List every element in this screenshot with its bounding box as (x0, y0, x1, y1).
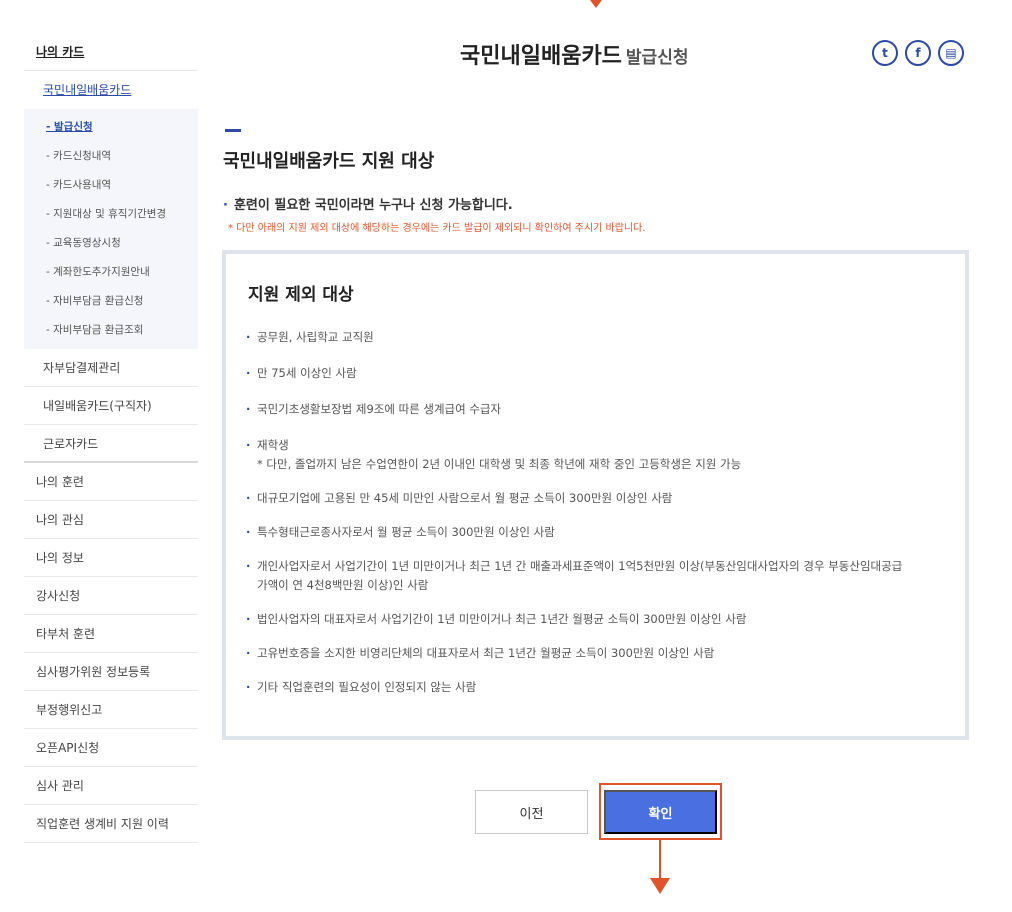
bullet-dot: · (246, 330, 251, 344)
exclusion-item: · 기타 직업훈련의 필요성이 인정되지 않는 사람 (246, 678, 958, 697)
exclusion-item-text: 만 75세 이상인 사람 (257, 366, 357, 380)
exclusion-item: · 만 75세 이상인 사람 (246, 364, 958, 383)
sidebar-item-instructor-apply[interactable]: 강사신청 (24, 577, 198, 615)
bullet-dot: · (246, 402, 251, 416)
sidebar-item-worker-card[interactable]: 근로자카드 (24, 425, 198, 463)
sidebar-subitem-usage-history[interactable]: - 카드사용내역 (24, 171, 198, 200)
exclusion-note: * 다만 아래의 지원 제외 대상에 해당하는 경우에는 카드 발급이 제외되니… (228, 223, 646, 234)
lead-text-body: 훈련이 필요한 국민이라면 누구나 신청 가능합니다. (233, 198, 513, 213)
prev-button[interactable]: 이전 (475, 790, 588, 834)
exclusion-item-text: 개인사업자로서 사업기간이 1년 미만이거나 최근 1년 간 매출과세표준액이 … (257, 559, 903, 573)
exclusion-box-title: 지원 제외 대상 (248, 285, 354, 305)
sidebar-subitem-apply[interactable]: - 발급신청 (24, 113, 198, 142)
bullet-dot: · (246, 525, 251, 539)
print-icon[interactable]: ▤ (938, 40, 964, 66)
top-arrow-indicator (590, 0, 602, 8)
section-title: 국민내일배움카드 지원 대상 (223, 151, 435, 172)
exclusion-box: 지원 제외 대상 · 공무원, 사립학교 교직원 · 만 75세 이상인 사람 · 국민기… (222, 250, 969, 740)
sidebar-item-my-training[interactable]: 나의 훈련 (24, 463, 198, 501)
bullet-dot: · (246, 491, 251, 505)
sidebar-item-living-cost-history[interactable]: 직업훈련 생계비 지원 이력 (24, 805, 198, 843)
sidebar-subitem-eligibility-change[interactable]: - 지원대상 및 휴직기간변경 (24, 200, 198, 229)
sidebar-submenu: - 발급신청 - 카드신청내역 - 카드사용내역 - 지원대상 및 휴직기간변경… (24, 109, 198, 349)
exclusion-item: · 법인사업자의 대표자로서 사업기간이 1년 미만이거나 최근 1년간 월평균 … (246, 610, 958, 629)
bullet-dot: · (223, 198, 228, 213)
arrow-indicator-head (650, 878, 670, 894)
exclusion-item: · 개인사업자로서 사업기간이 1년 미만이거나 최근 1년 간 매출과세표준액이… (246, 557, 958, 595)
exclusion-item: · 국민기초생활보장법 제9조에 따른 생계급여 수급자 (246, 400, 958, 419)
sidebar-subitem-refund-apply[interactable]: - 자비부담금 환급신청 (24, 287, 198, 316)
sidebar-subitem-refund-inquiry[interactable]: - 자비부담금 환급조회 (24, 316, 198, 345)
bullet-dot: · (246, 559, 251, 573)
sidebar-item-national-card[interactable]: 국민내일배움카드 (24, 71, 198, 109)
exclusion-item-text: 대규모기업에 고용된 만 45세 미만인 사람으로서 월 평균 소득이 300만… (257, 491, 673, 505)
sidebar-item-my-interest[interactable]: 나의 관심 (24, 501, 198, 539)
sidebar-item-open-api[interactable]: 오픈API신청 (24, 729, 198, 767)
section-accent-bar (225, 129, 241, 132)
sidebar-item-my-info[interactable]: 나의 정보 (24, 539, 198, 577)
exclusion-item-text: 국민기초생활보장법 제9조에 따른 생계급여 수급자 (257, 402, 502, 416)
bullet-dot: · (246, 646, 251, 660)
sidebar-item-jobseeker-card[interactable]: 내일배움카드(구직자) (24, 387, 198, 425)
sidebar-subitem-application-history[interactable]: - 카드신청내역 (24, 142, 198, 171)
twitter-icon[interactable]: t (872, 40, 898, 66)
exclusion-item: · 특수형태근로종사자로서 월 평균 소득이 300만원 이상인 사람 (246, 523, 958, 542)
bullet-dot: · (246, 612, 251, 626)
sidebar: 나의 카드 국민내일배움카드 - 발급신청 - 카드신청내역 - 카드사용내역 … (24, 34, 198, 843)
sidebar-item-review-manage[interactable]: 심사 관리 (24, 767, 198, 805)
bullet-dot: · (246, 438, 251, 452)
facebook-icon[interactable]: f (905, 40, 931, 66)
sidebar-subitem-limit-guide[interactable]: - 계좌한도추가지원안내 (24, 258, 198, 287)
sidebar-item-evaluator-register[interactable]: 심사평가위원 정보등록 (24, 653, 198, 691)
sidebar-item-other-ministry-training[interactable]: 타부처 훈련 (24, 615, 198, 653)
exclusion-item-text: 기타 직업훈련의 필요성이 인정되지 않는 사람 (257, 680, 477, 694)
confirm-button[interactable]: 확인 (604, 790, 717, 834)
exclusion-item-subtext: 가액이 연 4천8백만원 이상)인 사람 (257, 578, 429, 592)
exclusion-item-text: 재학생 (257, 438, 289, 452)
arrow-indicator-line (659, 840, 661, 880)
lead-text: · 훈련이 필요한 국민이라면 누구나 신청 가능합니다. (223, 194, 513, 213)
page-title: 국민내일배움카드 발급신청 (460, 38, 688, 70)
bullet-dot: · (246, 680, 251, 694)
exclusion-item-subtext: * 다만, 졸업까지 남은 수업연한이 2년 이내인 대학생 및 최종 학년에 … (257, 457, 742, 471)
exclusion-item-text: 법인사업자의 대표자로서 사업기간이 1년 미만이거나 최근 1년간 월평균 소… (257, 612, 747, 626)
exclusion-item-text: 공무원, 사립학교 교직원 (257, 330, 374, 344)
exclusion-item-text: 특수형태근로종사자로서 월 평균 소득이 300만원 이상인 사람 (257, 525, 555, 539)
exclusion-item: · 대규모기업에 고용된 만 45세 미만인 사람으로서 월 평균 소득이 300… (246, 489, 958, 508)
sidebar-item-self-payment[interactable]: 자부담결제관리 (24, 349, 198, 387)
sidebar-item-fraud-report[interactable]: 부정행위신고 (24, 691, 198, 729)
sidebar-title-my-card[interactable]: 나의 카드 (24, 34, 198, 71)
exclusion-item: · 고유번호증을 소지한 비영리단체의 대표자로서 최근 1년간 월평균 소득이 … (246, 644, 958, 663)
page-title-sub: 발급신청 (625, 48, 689, 68)
exclusion-item: · 재학생 * 다만, 졸업까지 남은 수업연한이 2년 이내인 대학생 및 최종 … (246, 436, 958, 474)
sidebar-subitem-education-video[interactable]: - 교육동영상시청 (24, 229, 198, 258)
page-title-main: 국민내일배움카드 (460, 44, 622, 69)
share-toolbar: t f ▤ (872, 40, 964, 66)
exclusion-list: · 공무원, 사립학교 교직원 · 만 75세 이상인 사람 · 국민기초생활보장법 제9… (246, 328, 958, 697)
exclusion-item-text: 고유번호증을 소지한 비영리단체의 대표자로서 최근 1년간 월평균 소득이 3… (257, 646, 715, 660)
bullet-dot: · (246, 366, 251, 380)
exclusion-item: · 공무원, 사립학교 교직원 (246, 328, 958, 347)
